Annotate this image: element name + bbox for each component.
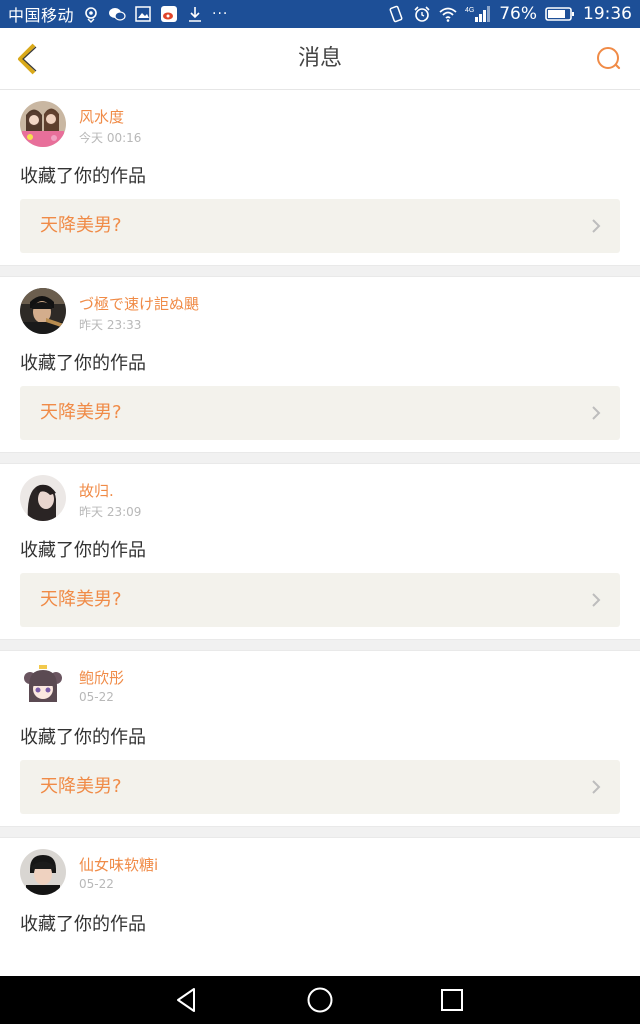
message-time: 昨天 23:09 xyxy=(79,505,142,519)
alarm-icon xyxy=(413,5,431,23)
circle-home-icon xyxy=(307,987,333,1013)
chevron-right-icon xyxy=(592,780,601,794)
weibo-icon xyxy=(160,5,178,23)
message-item[interactable]: 故归. 昨天 23:09 收藏了你的作品 天降美男? xyxy=(0,464,640,639)
message-time: 05-22 xyxy=(79,877,114,891)
status-bar-left: 中国移动 ··· xyxy=(8,2,228,26)
message-action: 收藏了你的作品 xyxy=(20,166,146,187)
image-icon xyxy=(134,5,152,23)
avatar[interactable] xyxy=(20,662,66,708)
work-title: 天降美男? xyxy=(40,589,122,610)
signal-icon: 4G xyxy=(465,5,491,23)
wifi-icon xyxy=(439,5,457,23)
wechat-icon xyxy=(108,5,126,23)
message-time: 昨天 23:33 xyxy=(79,318,142,332)
work-title: 天降美男? xyxy=(40,215,122,236)
user-name[interactable]: 风水度 xyxy=(79,106,124,127)
page-title: 消息 xyxy=(297,46,342,71)
chevron-right-icon xyxy=(592,593,601,607)
divider xyxy=(0,452,640,464)
triangle-back-icon xyxy=(177,988,195,1012)
message-action: 收藏了你的作品 xyxy=(20,353,146,374)
user-name[interactable]: づ極で速け詎ぬ颶 xyxy=(79,293,199,314)
message-item[interactable]: 鲍欣彤 05-22 收藏了你的作品 天降美男? xyxy=(0,651,640,826)
divider xyxy=(0,265,640,277)
download-icon xyxy=(186,5,204,23)
nav-recent-button[interactable] xyxy=(437,985,467,1015)
nav-back-button[interactable] xyxy=(172,985,202,1015)
divider xyxy=(0,826,640,838)
work-card[interactable]: 天降美男? xyxy=(20,573,620,627)
user-name[interactable]: 故归. xyxy=(79,480,114,501)
more-notifications: ··· xyxy=(212,6,229,22)
carrier-label: 中国移动 xyxy=(8,6,75,25)
work-card[interactable]: 天降美男? xyxy=(20,760,620,814)
message-action: 收藏了你的作品 xyxy=(20,727,146,748)
user-name[interactable]: 鲍欣彤 xyxy=(79,667,124,688)
search-button[interactable] xyxy=(594,44,624,74)
chevron-right-icon xyxy=(592,406,601,420)
status-bar: 中国移动 ··· 4G 76% 19:36 xyxy=(0,0,640,28)
work-card[interactable]: 天降美男? xyxy=(20,386,620,440)
location-icon xyxy=(82,5,100,23)
message-action: 收藏了你的作品 xyxy=(20,914,146,935)
work-title: 天降美男? xyxy=(40,776,122,797)
avatar[interactable] xyxy=(20,101,66,147)
status-bar-right: 4G 76% 19:36 xyxy=(387,4,632,24)
avatar[interactable] xyxy=(20,849,66,895)
message-list: 风水度 今天 00:16 收藏了你的作品 天降美男? づ極で速け詎ぬ颶 昨天 2… xyxy=(0,90,640,1013)
message-time: 今天 00:16 xyxy=(79,131,142,145)
search-icon xyxy=(597,47,621,70)
message-item[interactable]: づ極で速け詎ぬ颶 昨天 23:33 收藏了你的作品 天降美男? xyxy=(0,277,640,452)
battery-percent: 76% xyxy=(499,4,537,24)
nav-home-button[interactable] xyxy=(305,985,335,1015)
avatar[interactable] xyxy=(20,288,66,334)
battery-icon xyxy=(545,5,575,23)
clock: 19:36 xyxy=(583,4,632,24)
screen: 中国移动 ··· 4G 76% 19:36 消息 风水度 今天 00:16 收藏… xyxy=(0,0,640,1024)
chevron-right-icon xyxy=(592,219,601,233)
user-name[interactable]: 仙女味软糖i xyxy=(79,854,158,875)
work-title: 天降美男? xyxy=(40,402,122,423)
top-nav: 消息 xyxy=(0,28,640,90)
system-nav-bar xyxy=(0,976,640,1024)
message-time: 05-22 xyxy=(79,690,114,704)
work-card[interactable]: 天降美男? xyxy=(20,199,620,253)
message-action: 收藏了你的作品 xyxy=(20,540,146,561)
avatar[interactable] xyxy=(20,475,66,521)
network-type-label: 4G xyxy=(465,7,474,14)
vibrate-icon xyxy=(387,5,405,23)
message-item[interactable]: 风水度 今天 00:16 收藏了你的作品 天降美男? xyxy=(0,90,640,265)
divider xyxy=(0,639,640,651)
square-recent-icon xyxy=(441,989,463,1011)
